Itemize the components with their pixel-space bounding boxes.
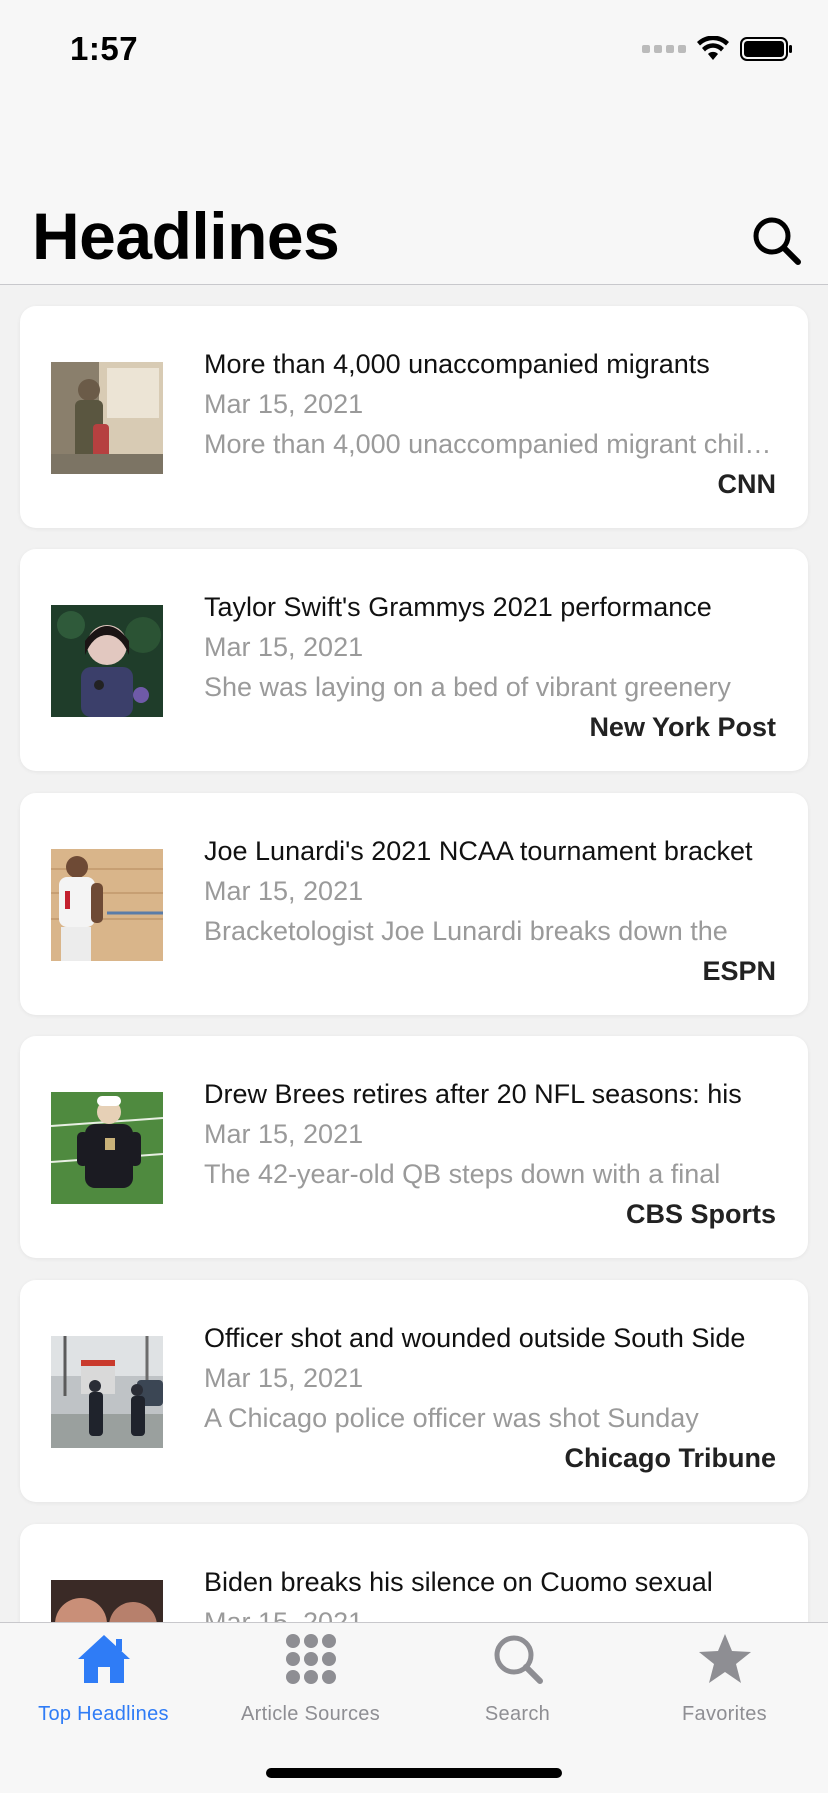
article-thumbnail [51,1336,163,1448]
status-icons [642,34,794,64]
grid-dots-icon [283,1631,339,1687]
article-thumbnail [51,605,163,717]
navigation-header: Headlines [0,100,828,285]
status-time: 1:57 [70,30,139,67]
article-headline: Taylor Swift's Grammys 2021 performance [204,592,712,622]
article-source: New York Post [589,712,776,742]
article-card[interactable]: Biden breaks his silence on Cuomo sexual… [20,1524,808,1622]
search-icon [490,1631,546,1687]
house-icon [76,1631,132,1687]
article-headline: Joe Lunardi's 2021 NCAA tournament brack… [204,836,753,866]
tab-label: Search [484,1703,551,1725]
article-summary: She was laying on a bed of vibrant green… [204,672,731,702]
article-summary: A Chicago police officer was shot Sunday [204,1403,699,1433]
article-thumbnail [51,849,163,961]
article-card[interactable]: Officer shot and wounded outside South S… [20,1280,808,1502]
tab-favorites[interactable]: Favorites [621,1623,828,1733]
article-source: CBS Sports [625,1199,776,1229]
article-date: Mar 15, 2021 [204,1119,364,1149]
status-bar: 1:57 [0,0,828,100]
tab-article-sources[interactable]: Article Sources [207,1623,414,1733]
tab-label: Article Sources [241,1703,380,1725]
article-card[interactable]: Drew Brees retires after 20 NFL seasons:… [20,1036,808,1258]
article-headline: Officer shot and wounded outside South S… [204,1323,746,1353]
article-source: ESPN [702,956,776,986]
article-headline: More than 4,000 unaccompanied migrants [204,349,710,379]
tab-search[interactable]: Search [414,1623,621,1733]
article-card[interactable]: Taylor Swift's Grammys 2021 performance … [20,549,808,771]
article-date: Mar 15, 2021 [204,632,364,662]
article-date: Mar 15, 2021 [204,876,364,906]
wifi-icon [696,36,730,62]
article-thumbnail [51,1092,163,1204]
star-icon [697,1631,753,1687]
article-card[interactable]: Joe Lunardi's 2021 NCAA tournament brack… [20,793,808,1015]
page-title: Headlines [32,199,340,273]
article-card[interactable]: More than 4,000 unaccompanied migrants M… [20,306,808,528]
article-headline: Biden breaks his silence on Cuomo sexual [204,1567,713,1597]
article-date: Mar 15, 2021 [204,389,364,419]
article-summary: The 42-year-old QB steps down with a fin… [204,1159,721,1189]
headline-list[interactable]: More than 4,000 unaccompanied migrants M… [0,285,828,1622]
article-thumbnail [51,362,163,474]
tab-label: Favorites [682,1703,767,1725]
home-indicator[interactable] [266,1768,562,1778]
search-icon[interactable] [748,212,804,268]
battery-icon [740,36,794,62]
article-summary: More than 4,000 unaccompanied migrant ch… [204,429,776,459]
article-source: CNN [717,469,777,499]
article-summary: Bracketologist Joe Lunardi breaks down t… [204,916,728,946]
cellular-signal-icon [642,45,686,53]
article-date: Mar 15, 2021 [204,1363,364,1393]
article-headline: Drew Brees retires after 20 NFL seasons:… [204,1079,742,1109]
article-date: Mar 15, 2021 [204,1607,364,1622]
article-thumbnail [51,1580,163,1622]
tab-top-headlines[interactable]: Top Headlines [0,1623,207,1733]
tab-label: Top Headlines [38,1703,169,1725]
article-source: Chicago Tribune [564,1443,776,1473]
